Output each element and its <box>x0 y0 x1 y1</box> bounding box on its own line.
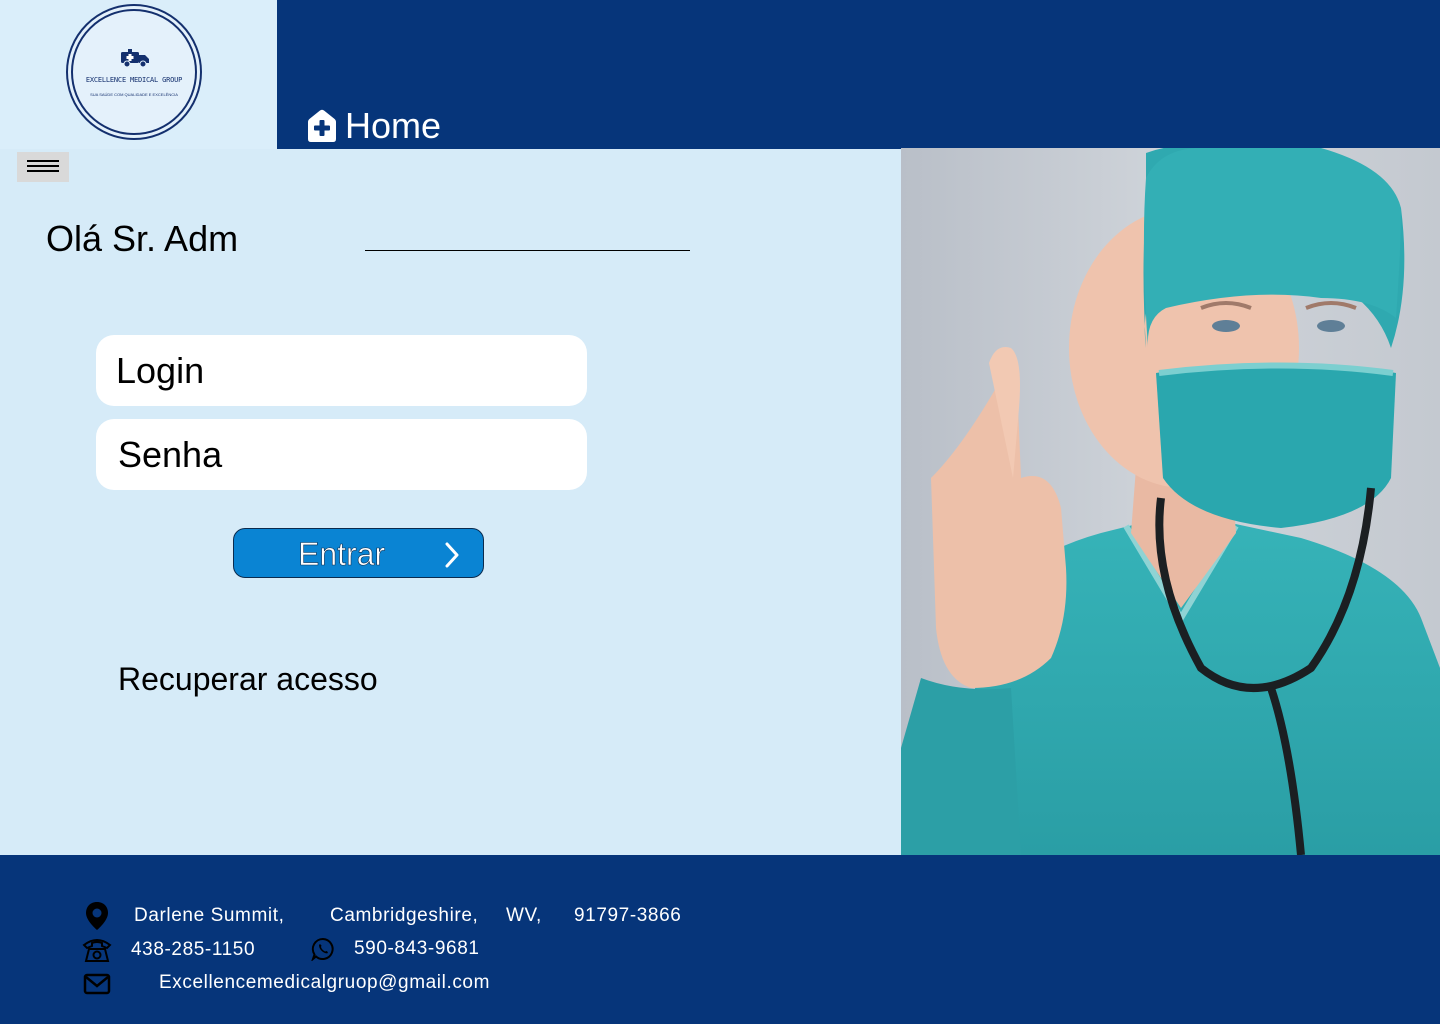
whatsapp-icon <box>311 937 334 961</box>
mail-icon <box>83 973 111 995</box>
password-input[interactable] <box>96 419 587 490</box>
recover-access-link[interactable]: Recuperar acesso <box>118 660 378 698</box>
whatsapp-number[interactable]: 590-843-9681 <box>354 937 480 961</box>
enter-button-label: Entrar <box>298 536 386 573</box>
hamburger-menu-icon <box>27 160 59 162</box>
footer: Darlene Summit, Cambridgeshire, WV, 9179… <box>0 855 1440 1024</box>
email-address[interactable]: Excellencemedicalgruop@gmail.com <box>159 971 490 995</box>
company-logo[interactable]: EXCELLENCE MEDICAL GROUP SUA SAÚDE COM Q… <box>66 4 202 140</box>
hamburger-line <box>27 170 59 172</box>
hamburger-menu-button[interactable] <box>17 152 69 182</box>
ambulance-icon <box>121 49 149 68</box>
hamburger-line <box>27 165 59 167</box>
enter-button[interactable]: Entrar <box>233 528 484 578</box>
login-input[interactable] <box>96 335 587 406</box>
greeting-text: Olá Sr. Adm <box>46 218 239 259</box>
logo-panel: EXCELLENCE MEDICAL GROUP SUA SAÚDE COM Q… <box>0 0 277 149</box>
phone-number[interactable]: 438-285-1150 <box>131 938 255 962</box>
doctor-photo <box>901 148 1440 855</box>
chevron-right-icon <box>445 542 459 568</box>
greeting-divider <box>365 250 690 251</box>
logo-slogan: SUA SAÚDE COM QUALIDADE E EXCELÊNCIA <box>90 92 178 97</box>
address-county: Cambridgeshire, <box>330 905 479 926</box>
location-pin-icon <box>86 902 108 930</box>
address-street: Darlene Summit, <box>134 905 285 926</box>
address-zip: 91797-3866 <box>574 905 682 926</box>
home-nav-link[interactable]: Home <box>305 104 441 148</box>
home-plus-icon <box>308 109 336 142</box>
address-state: WV, <box>506 905 542 926</box>
top-navigation-bar: Home <box>277 0 1440 149</box>
telephone-icon <box>82 939 112 962</box>
logo-company-name: EXCELLENCE MEDICAL GROUP <box>85 76 183 84</box>
doctor-illustration <box>901 148 1440 855</box>
home-label: Home <box>345 105 442 146</box>
logo-inner-ring <box>71 9 197 135</box>
